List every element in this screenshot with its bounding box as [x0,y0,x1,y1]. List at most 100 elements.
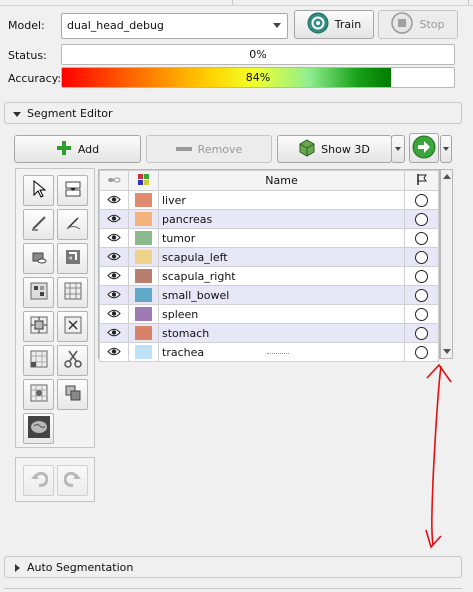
segment-status-cell[interactable] [404,247,439,267]
segment-status-cell[interactable] [404,228,439,248]
none-tool-button[interactable] [23,175,54,206]
segments-table-scrollbar[interactable] [440,169,453,359]
grow-from-seeds-button[interactable] [23,277,54,308]
segment-color-cell[interactable] [128,190,159,210]
status-column-header[interactable] [404,170,439,191]
table-row[interactable]: scapula_right [99,266,439,286]
grid-seeds-icon [30,282,48,303]
visibility-toggle[interactable] [99,342,129,362]
margin-tool-button[interactable] [57,277,88,308]
segment-name[interactable]: liver [158,190,405,210]
redo-icon [63,470,82,491]
scissors-tool-button[interactable] [57,345,88,376]
islands-tool-button[interactable] [23,379,54,410]
segment-color-cell[interactable] [128,323,159,343]
table-row[interactable]: scapula_left [99,247,439,267]
visibility-toggle[interactable] [99,304,129,324]
scroll-up-icon[interactable] [443,174,451,179]
redo-button[interactable] [57,465,88,496]
table-row[interactable]: tumor [99,228,439,248]
mask-volume-button[interactable] [23,413,54,444]
model-select-value: dual_head_debug [67,19,164,32]
remove-segment-button[interactable]: Remove [146,135,272,163]
segment-name[interactable]: scapula_left [158,247,405,267]
segment-editor-header[interactable]: Segment Editor [4,102,462,124]
level-tracing-button[interactable] [57,243,88,274]
smoothing-tool-button[interactable] [57,311,88,342]
effects-toolbar [15,168,95,448]
add-segment-button[interactable]: Add [14,135,141,163]
segment-name[interactable]: spleen [158,304,405,324]
next-step-dropdown[interactable] [440,135,452,163]
visibility-toggle[interactable] [99,285,129,305]
erase-tool-button[interactable] [23,243,54,274]
accuracy-value: 84% [245,71,271,84]
visibility-column-header[interactable] [99,170,129,191]
segment-status-cell[interactable] [404,266,439,286]
table-row[interactable]: spleen [99,304,439,324]
segment-status-cell[interactable] [404,285,439,305]
segment-status-cell[interactable] [404,304,439,324]
train-button[interactable]: Train [294,10,374,39]
eye-icon [107,194,121,207]
cube-3d-icon [299,138,315,160]
table-row[interactable]: stomach [99,323,439,343]
status-circle-icon [415,231,428,245]
color-column-header[interactable] [128,170,159,191]
draw-tool-button[interactable] [57,209,88,240]
segment-name[interactable]: tumor [158,228,405,248]
segment-color-cell[interactable] [128,304,159,324]
visibility-toggle[interactable] [99,228,129,248]
show-3d-dropdown[interactable] [391,135,405,163]
segment-name[interactable]: small_bowel [158,285,405,305]
segment-name[interactable]: stomach [158,323,405,343]
model-select[interactable]: dual_head_debug [61,13,288,39]
chevron-down-icon [443,147,449,151]
segment-status-cell[interactable] [404,209,439,229]
segment-color-cell[interactable] [128,228,159,248]
paint-tool-button[interactable] [23,209,54,240]
segment-color-cell[interactable] [128,266,159,286]
auto-segmentation-header[interactable]: Auto Segmentation [4,556,462,578]
visibility-toggle[interactable] [99,209,129,229]
segment-name[interactable]: pancreas [158,209,405,229]
islands-icon [30,384,48,405]
arrow-right-icon [412,135,436,162]
chevron-down-icon [273,23,281,28]
segment-name[interactable]: trachea [158,342,405,362]
stop-button[interactable]: Stop [378,10,458,39]
draw-icon [64,214,82,235]
eye-icon [107,327,121,340]
segment-status-cell[interactable] [404,323,439,343]
resize-grip[interactable] [267,353,289,356]
visibility-toggle[interactable] [99,323,129,343]
table-row[interactable]: trachea [99,342,439,362]
segment-color-cell[interactable] [128,342,159,362]
next-step-button[interactable] [409,133,439,163]
segment-color-cell[interactable] [128,285,159,305]
auto-segmentation-title: Auto Segmentation [27,561,134,574]
segment-name[interactable]: scapula_right [158,266,405,286]
color-palette-icon [138,173,149,188]
undo-button[interactable] [23,465,54,496]
undo-icon [30,470,48,491]
threshold-tool-button[interactable] [23,345,54,376]
name-column-header[interactable]: Name [158,170,405,191]
segment-color-cell[interactable] [128,247,159,267]
show-3d-button[interactable]: Show 3D [277,135,392,163]
visibility-toggle[interactable] [99,247,129,267]
eye-icon [107,289,121,302]
table-row[interactable]: small_bowel [99,285,439,305]
scroll-down-icon[interactable] [443,349,451,354]
status-circle-icon [415,250,428,264]
segment-selector-button[interactable] [57,175,88,206]
logical-operators-button[interactable] [57,379,88,410]
hollow-tool-button[interactable] [23,311,54,342]
segment-color-cell[interactable] [128,209,159,229]
visibility-toggle[interactable] [99,266,129,286]
segment-status-cell[interactable] [404,190,439,210]
visibility-toggle[interactable] [99,190,129,210]
segment-status-cell[interactable] [404,342,439,362]
table-row[interactable]: liver [99,190,439,210]
table-row[interactable]: pancreas [99,209,439,229]
